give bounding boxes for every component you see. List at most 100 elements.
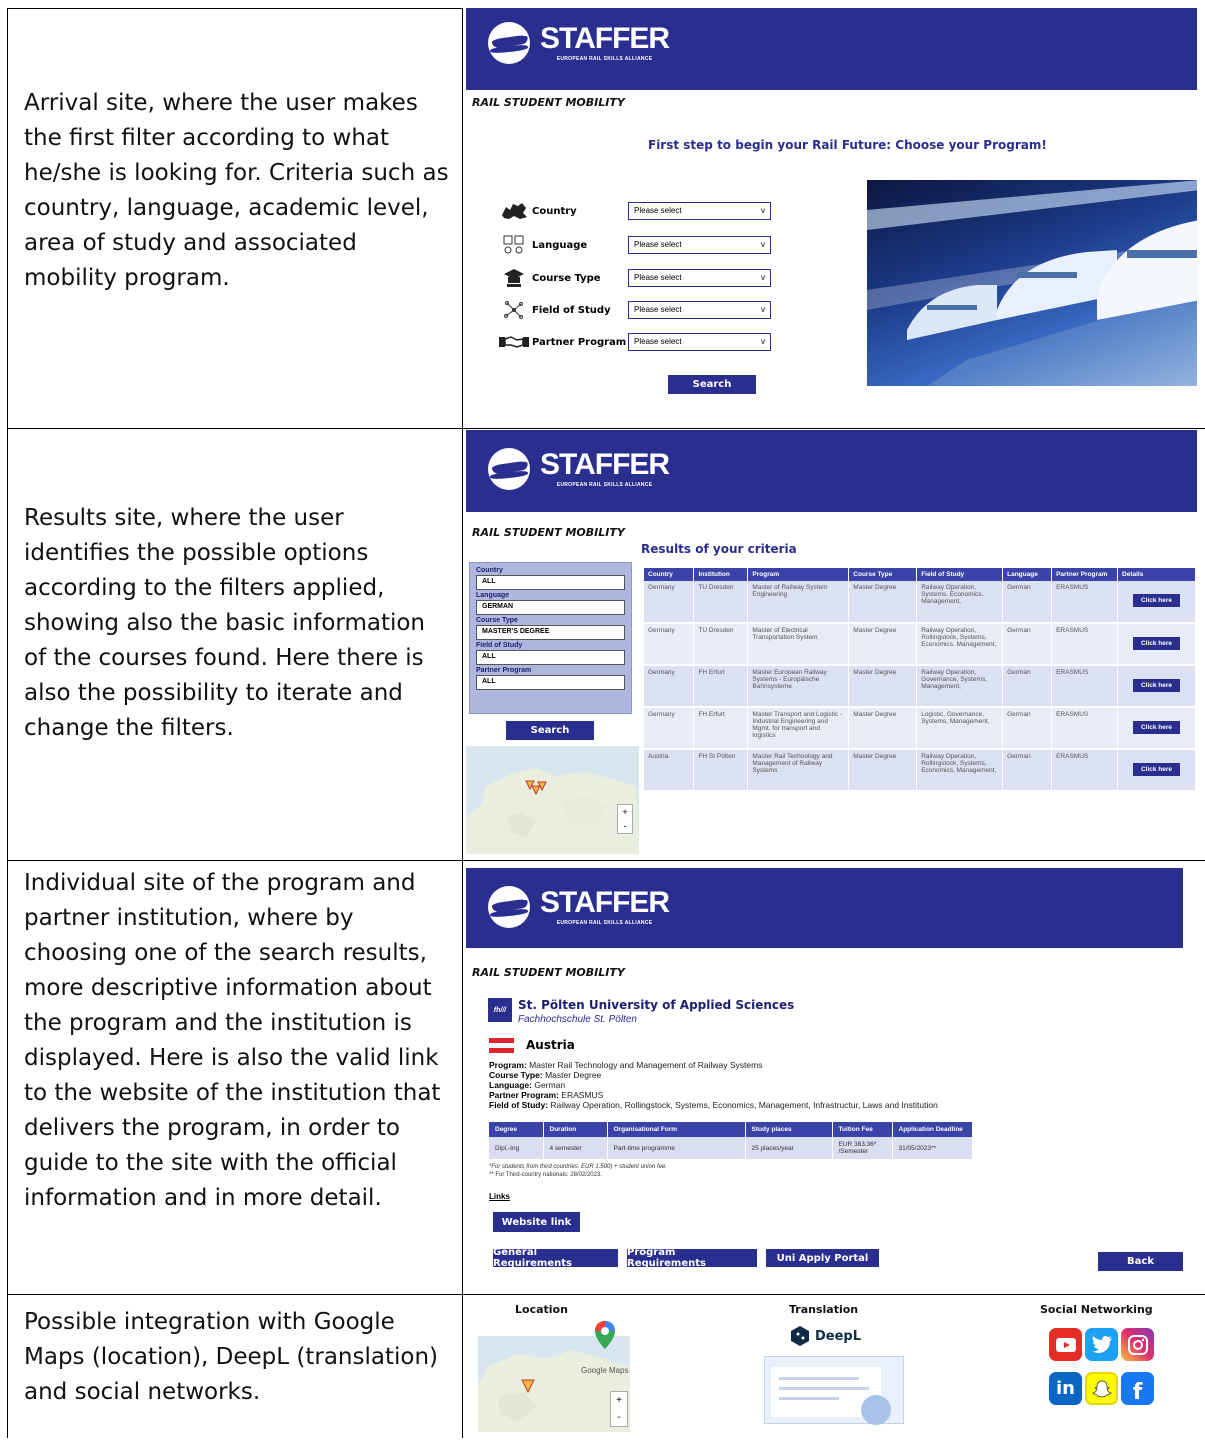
table-row: Germany FH Erfurt Master European Railway … (644, 665, 1196, 708)
staffer-logo[interactable]: STAFFER EUROPEAN RAIL SKILLS ALLIANCE (488, 22, 670, 64)
table-row: Germany TU Dresden Master of Electrical Tr… (644, 623, 1196, 666)
twitter-icon[interactable] (1085, 1328, 1118, 1361)
filter-course-type: Course Type Please select v (496, 267, 771, 289)
table-row: Germany FH Erfurt Master Transport and Log… (644, 707, 1196, 750)
staffer-logo-icon (488, 886, 530, 928)
country-field[interactable]: ALL (476, 575, 625, 590)
partner-program-select[interactable]: Please select v (628, 333, 771, 351)
staffer-logo-icon (488, 448, 530, 490)
info-line: Program: Master Rail Technology and Mana… (489, 1060, 763, 1070)
table-border-left (7, 8, 8, 1438)
row-2-description: Results site, where the user identifies … (24, 505, 425, 741)
filter-label: Course Type (532, 272, 601, 284)
chevron-down-icon: v (761, 206, 765, 215)
info-line: Partner Program: ERASMUS (489, 1090, 604, 1100)
results-filter-panel: Country ALL Language GERMAN Course Type … (469, 562, 632, 714)
filter-label: Country (532, 205, 577, 217)
results-header-row: Country Institution Program Course Type … (644, 568, 1196, 581)
program-requirements-button[interactable]: Program Requirements (627, 1247, 757, 1269)
staffer-logo-icon (488, 22, 530, 64)
results-table: Country Institution Program Course Type … (644, 568, 1196, 792)
search-button[interactable]: Search (506, 721, 594, 740)
website-link-button[interactable]: Website link (493, 1212, 580, 1232)
click-here-button[interactable]: Click here (1132, 679, 1181, 692)
deepl-screenshot (764, 1356, 904, 1425)
chevron-down-icon: v (761, 305, 765, 314)
language-select[interactable]: Please select v (628, 236, 771, 254)
info-line: Course Type: Master Degree (489, 1070, 602, 1080)
field-of-study-field[interactable]: ALL (476, 650, 625, 665)
language-icon (496, 234, 532, 256)
snapchat-icon[interactable] (1085, 1372, 1118, 1405)
instagram-icon[interactable] (1121, 1328, 1154, 1361)
document-table: Arrival site, where the user makes the f… (7, 8, 1205, 1438)
network-icon (496, 299, 532, 321)
chevron-down-icon: v (761, 240, 765, 249)
staffer-logo[interactable]: STAFFER EUROPEAN RAIL SKILLS ALLIANCE (488, 886, 670, 928)
youtube-icon[interactable] (1049, 1328, 1082, 1361)
filter-label: Language (532, 239, 588, 251)
program-details-table: Degree Duration Organisational Form Stud… (489, 1122, 973, 1159)
general-requirements-button[interactable]: General Requirements (493, 1247, 618, 1269)
country-name: Austria (526, 1038, 575, 1052)
partner-program-field[interactable]: ALL (476, 675, 625, 690)
google-maps-label: Google Maps (581, 1366, 629, 1375)
row-divider-2 (7, 860, 1205, 861)
program-info: Program: Master Rail Technology and Mana… (489, 1060, 938, 1110)
click-here-button[interactable]: Click here (1132, 763, 1181, 776)
graduation-cap-icon (496, 267, 532, 289)
course-type-field[interactable]: MASTER'S DEGREE (476, 625, 625, 640)
links-heading: Links (489, 1192, 510, 1201)
section-title: RAIL STUDENT MOBILITY (472, 966, 625, 979)
austria-flag-icon (489, 1038, 514, 1053)
zoom-control[interactable]: + - (617, 804, 633, 834)
row-3-description: Individual site of the program and partn… (24, 870, 441, 1211)
europe-map[interactable]: + - (466, 746, 639, 854)
filter-language: Language Please select v (496, 234, 771, 256)
social-networking-title: Social Networking (1040, 1303, 1153, 1316)
search-button[interactable]: Search (668, 375, 756, 394)
section-title: RAIL STUDENT MOBILITY (472, 526, 625, 539)
filter-label: Partner Program (532, 336, 627, 348)
institution-name: St. Pölten University of Applied Science… (518, 998, 795, 1012)
info-line: Field of Study: Railway Operation, Rolli… (489, 1100, 938, 1110)
back-button[interactable]: Back (1098, 1252, 1183, 1271)
integrations-screenshot: Location Translation Social Networking G… (466, 1296, 1197, 1438)
row-4-description: Possible integration with Google Maps (l… (24, 1309, 439, 1405)
results-site-screenshot: STAFFER EUROPEAN RAIL SKILLS ALLIANCE RA… (466, 430, 1197, 859)
filter-country: Country Please select v (496, 200, 771, 222)
country-select[interactable]: Please select v (628, 202, 771, 220)
column-divider (462, 8, 463, 1438)
detail-site-screenshot: STAFFER EUROPEAN RAIL SKILLS ALLIANCE RA… (466, 862, 1197, 1293)
click-here-button[interactable]: Click here (1132, 637, 1181, 650)
details-header-row: Degree Duration Organisational Form Stud… (489, 1122, 973, 1137)
table-row: Germany TU Dresden Master of Railway Syste… (644, 581, 1196, 624)
field-of-study-select[interactable]: Please select v (628, 301, 771, 319)
row-divider-3 (7, 1294, 1205, 1295)
institution-subname: Fachhochschule St. Pölten (518, 1014, 637, 1025)
arrival-headline: First step to begin your Rail Future: Ch… (648, 138, 1047, 152)
chevron-down-icon: v (761, 273, 765, 282)
info-line: Language: German (489, 1080, 566, 1090)
filter-label: Field of Study (532, 304, 611, 316)
click-here-button[interactable]: Click here (1132, 721, 1181, 734)
linkedin-icon[interactable]: in (1049, 1372, 1082, 1405)
facebook-icon[interactable]: f (1121, 1372, 1154, 1405)
zoom-control[interactable]: + - (610, 1391, 628, 1427)
table-row: Austria FH St Pölten Master Rail Technolog… (644, 749, 1196, 792)
handshake-icon (496, 331, 532, 353)
train-hero-image (867, 180, 1197, 386)
social-icons: in f (1049, 1322, 1159, 1414)
language-field[interactable]: GERMAN (476, 600, 625, 615)
filter-partner-program: Partner Program Please select v (496, 331, 771, 353)
uni-apply-portal-button[interactable]: Uni Apply Portal (766, 1249, 879, 1267)
section-title: RAIL STUDENT MOBILITY (472, 96, 625, 109)
footnote-2: ** For Third-country nationals: 28/02/20… (489, 1172, 602, 1178)
map-pin-icon (594, 1320, 616, 1355)
location-title: Location (515, 1303, 568, 1316)
click-here-button[interactable]: Click here (1132, 594, 1181, 607)
staffer-logo[interactable]: STAFFER EUROPEAN RAIL SKILLS ALLIANCE (488, 448, 670, 490)
chevron-down-icon: v (761, 337, 765, 346)
deepl-logo[interactable]: DeepL (791, 1326, 861, 1346)
course-type-select[interactable]: Please select v (628, 269, 771, 287)
